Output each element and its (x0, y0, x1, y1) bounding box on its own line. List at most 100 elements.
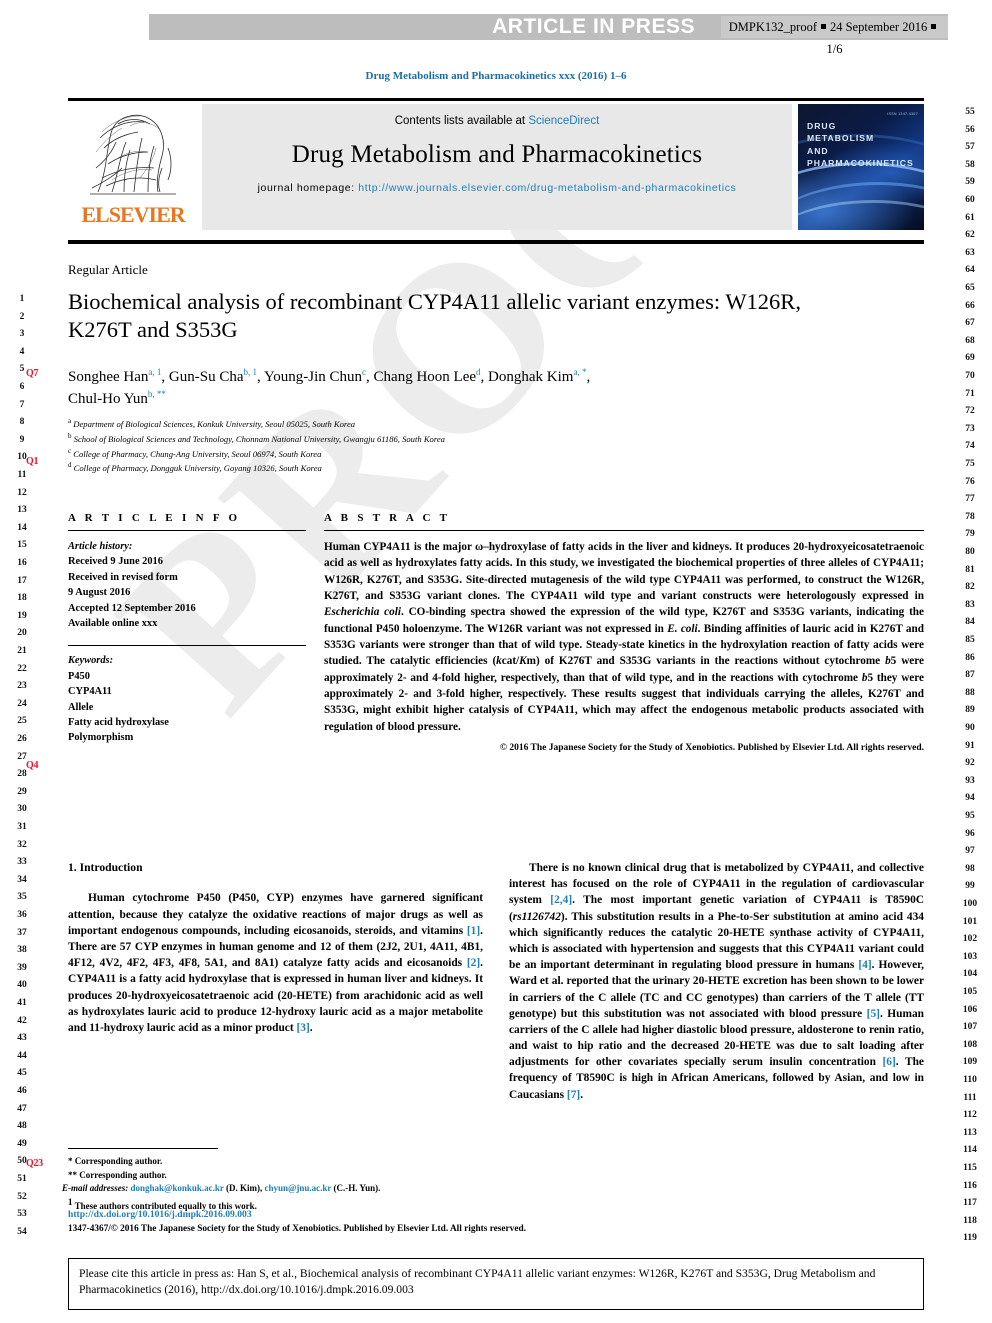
line-number: 82 (965, 582, 975, 593)
line-number: 66 (965, 300, 975, 311)
citation-reference[interactable]: [4] (858, 959, 871, 971)
line-number: 56 (965, 124, 975, 135)
article-history-item: 9 August 2016 (68, 587, 131, 599)
line-number: 29 (17, 786, 27, 797)
doi-link[interactable]: http://dx.doi.org/10.1016/j.dmpk.2016.09… (68, 1209, 498, 1220)
section-heading-introduction: 1. Introduction (68, 861, 143, 874)
intro-paragraph-right: There is no known clinical drug that is … (509, 862, 924, 1101)
line-number: 74 (965, 441, 975, 452)
line-number: 55 (965, 107, 975, 117)
line-number: 26 (17, 734, 27, 744)
contents-box: Contents lists available at ScienceDirec… (202, 104, 792, 230)
line-number: 111 (963, 1092, 977, 1103)
line-number: 99 (965, 881, 975, 892)
author-affiliation-marker: b, ** (147, 389, 166, 400)
keyword-item: Fatty acid hydroxylase (68, 716, 169, 728)
line-number: 20 (17, 628, 27, 639)
article-history-block: Article history: Received 9 June 2016 Rec… (68, 539, 306, 746)
email-owner-kim: (D. Kim), (226, 1183, 263, 1194)
article-info-heading: A R T I C L E I N F O (68, 512, 241, 524)
line-number: 15 (17, 540, 27, 551)
line-number: 67 (965, 318, 975, 329)
line-number: 49 (17, 1138, 27, 1149)
line-number: 109 (962, 1057, 978, 1068)
line-number: 110 (963, 1075, 977, 1085)
line-number: 8 (19, 417, 25, 428)
line-number: 33 (17, 857, 27, 868)
keywords-divider (68, 645, 306, 647)
body-column-right: There is no known clinical drug that is … (509, 860, 924, 1103)
line-number: 72 (965, 406, 975, 417)
citation-reference[interactable]: [5] (867, 1008, 880, 1020)
cite-this-article-box: Please cite this article in press as: Ha… (68, 1258, 924, 1310)
abstract-text: Human CYP4A11 is the major ω–hydroxylase… (324, 541, 924, 733)
line-number: 35 (17, 892, 27, 903)
masthead-bottom-rule (68, 240, 924, 244)
line-number: 61 (965, 212, 975, 223)
line-number: 115 (963, 1163, 977, 1173)
line-number: 107 (962, 1022, 978, 1033)
affiliation-marker: d (68, 461, 72, 470)
email-link-yun[interactable]: chyun@jnu.ac.kr (265, 1183, 332, 1193)
history-label: Article history: (68, 541, 133, 552)
cover-journal-title: DRUG METABOLISM AND PHARMACOKINETICS (807, 121, 914, 169)
line-number: 73 (965, 423, 975, 434)
citation-reference[interactable]: [2] (467, 957, 480, 969)
email-label: E-mail addresses: (62, 1183, 129, 1194)
line-number: 100 (962, 899, 978, 909)
citation-reference[interactable]: [2,4] (550, 894, 572, 906)
line-number: 34 (17, 874, 27, 885)
line-number: 106 (962, 1004, 978, 1015)
affiliation-marker: a (68, 417, 72, 425)
line-number: 62 (965, 230, 975, 241)
email-addresses-line: E-mail addresses: donghak@konkuk.ac.kr (… (62, 1182, 483, 1196)
line-number: 119 (963, 1233, 977, 1244)
affiliation-item: c College of Pharmacy, Chung-Ang Univers… (68, 446, 322, 459)
author-name: Chul-Ho Yun (68, 391, 148, 408)
line-number: 90 (965, 723, 975, 733)
author-name: Donghak Kim (488, 369, 574, 385)
email-owner-yun: (C.-H. Yun). (333, 1183, 381, 1194)
journal-reference-line: Drug Metabolism and Pharmacokinetics xxx… (365, 70, 627, 82)
homepage-url-link[interactable]: http://www.journals.elsevier.com/drug-me… (358, 182, 736, 194)
query-marker-q7[interactable]: Q7 (26, 368, 38, 379)
citation-reference[interactable]: [7] (567, 1089, 580, 1101)
email-link-kim[interactable]: donghak@konkuk.ac.kr (131, 1183, 224, 1193)
query-marker-q1[interactable]: Q1 (26, 456, 38, 467)
line-number: 38 (17, 945, 27, 956)
line-number: 83 (965, 599, 975, 610)
article-info-column: A R T I C L E I N F O Article history: R… (68, 512, 306, 746)
abstract-copyright: © 2016 The Japanese Society for the Stud… (499, 743, 924, 754)
citation-reference[interactable]: [6] (883, 1056, 896, 1068)
query-marker-q4[interactable]: Q4 (26, 760, 38, 771)
line-number: 112 (963, 1110, 977, 1121)
line-number: 103 (962, 951, 978, 962)
line-number: 94 (965, 793, 975, 804)
article-type-label: Regular Article (68, 262, 148, 277)
affiliation-marker: b (68, 431, 72, 440)
body-column-left: 1. Introduction Human cytochrome P450 (P… (68, 860, 483, 1036)
line-number: 6 (19, 382, 25, 392)
affiliation-list: a Department of Biological Sciences, Kon… (68, 416, 868, 475)
journal-masthead: ELSEVIER Contents lists available at Sci… (68, 104, 924, 230)
elsevier-wordmark: ELSEVIER (81, 202, 185, 227)
journal-title: Drug Metabolism and Pharmacokinetics (291, 141, 703, 168)
line-number: 84 (965, 617, 975, 628)
keyword-item: P450 (68, 670, 90, 682)
line-number: 87 (965, 670, 975, 681)
line-number: 57 (965, 142, 975, 153)
line-number: 108 (962, 1039, 978, 1050)
line-number: 21 (17, 646, 27, 656)
sciencedirect-link[interactable]: ScienceDirect (528, 115, 599, 127)
line-number: 9 (19, 434, 25, 445)
line-number: 117 (963, 1198, 977, 1209)
keyword-item: Polymorphism (68, 732, 134, 744)
line-number: 13 (17, 505, 27, 516)
citation-reference[interactable]: [3] (296, 1022, 309, 1034)
page-canvas: PROOF ARTICLE IN PRESS DMPK132_proof 24 S… (44, 0, 948, 1323)
line-number: 63 (965, 247, 975, 258)
masthead-top-rule (68, 98, 924, 101)
line-number: 28 (17, 769, 27, 780)
query-marker-q23[interactable]: Q23 (26, 1158, 43, 1169)
citation-reference[interactable]: [1] (467, 925, 480, 937)
